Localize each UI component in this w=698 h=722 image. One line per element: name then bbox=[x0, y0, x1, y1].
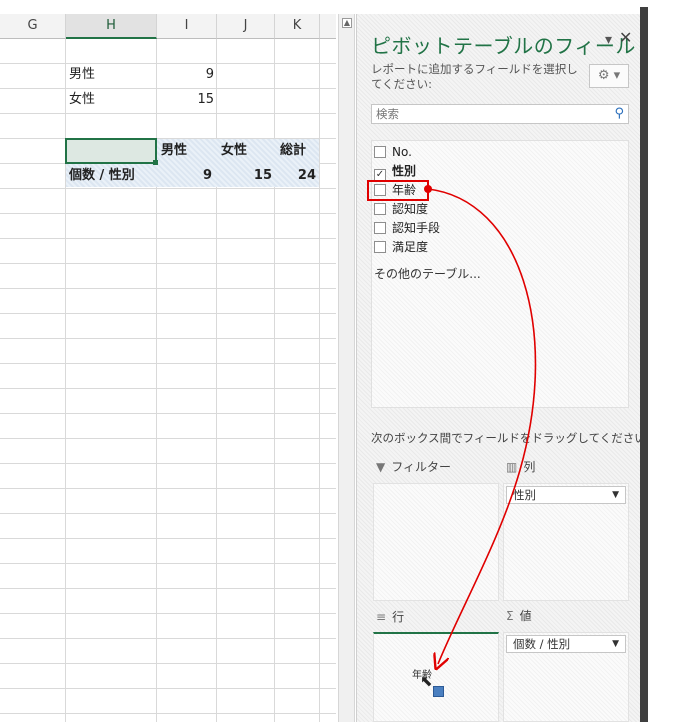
pivot-header-total[interactable]: 総計 bbox=[280, 139, 306, 163]
close-icon[interactable]: ✕ bbox=[619, 28, 632, 47]
pivot-total-count[interactable]: 24 bbox=[276, 164, 316, 188]
checkbox[interactable] bbox=[374, 222, 386, 234]
field-item-satisfaction[interactable]: 満足度 bbox=[374, 238, 428, 256]
cell-male-value[interactable]: 9 bbox=[160, 63, 214, 87]
more-tables-link[interactable]: その他のテーブル... bbox=[374, 265, 481, 282]
column-header-k[interactable]: K bbox=[275, 14, 320, 39]
field-item-awareness-means[interactable]: 認知手段 bbox=[374, 219, 440, 237]
gear-icon[interactable]: ⚙ ▾ bbox=[589, 64, 629, 88]
values-area-header: Σ値 bbox=[506, 609, 532, 623]
vertical-scrollbar[interactable]: ▲ bbox=[338, 14, 355, 722]
column-header-l[interactable] bbox=[320, 14, 336, 39]
grid-vline bbox=[319, 39, 320, 722]
right-margin bbox=[648, 0, 698, 722]
field-search[interactable]: ⚲ bbox=[371, 104, 629, 124]
field-label: No. bbox=[392, 145, 412, 159]
scroll-up-icon[interactable]: ▲ bbox=[342, 18, 352, 28]
column-header-g[interactable]: G bbox=[0, 14, 66, 39]
column-header-h[interactable]: H bbox=[66, 14, 157, 39]
search-input[interactable] bbox=[372, 105, 592, 123]
drop-target-icon bbox=[433, 686, 444, 697]
column-header-j[interactable]: J bbox=[217, 14, 275, 39]
chevron-down-icon[interactable]: ▼ bbox=[612, 636, 619, 652]
pane-subtitle: レポートに追加するフィールドを選択してください: bbox=[371, 62, 578, 91]
highlight-box-age bbox=[367, 180, 429, 201]
pivot-header-male[interactable]: 男性 bbox=[161, 139, 187, 163]
field-item-gender[interactable]: ✓ 性別 bbox=[374, 162, 417, 181]
sheet-top-strip bbox=[0, 0, 336, 14]
checkbox[interactable] bbox=[374, 241, 386, 253]
fill-handle[interactable] bbox=[153, 160, 158, 165]
columns-area-header: ▥ 列 bbox=[506, 460, 536, 474]
filter-area-header: ▼ フィルター bbox=[376, 460, 451, 474]
pivot-header-female[interactable]: 女性 bbox=[221, 139, 247, 163]
cell-female-value[interactable]: 15 bbox=[160, 88, 214, 112]
pivot-row-label[interactable]: 個数 / 性別 bbox=[69, 164, 135, 188]
field-label: 満足度 bbox=[392, 240, 429, 254]
pane-options-chevron-icon[interactable]: ▾ bbox=[605, 32, 612, 48]
columns-icon: ▥ bbox=[506, 460, 518, 474]
pivot-male-count[interactable]: 9 bbox=[160, 164, 212, 188]
columns-field-chip[interactable]: 性別 ▼ bbox=[506, 486, 626, 504]
pivot-female-count[interactable]: 15 bbox=[218, 164, 272, 188]
field-label: 性別 bbox=[392, 164, 417, 178]
worksheet[interactable]: G H I J K 男性 9 女性 15 男性 女性 総計 個数 / 性別 9 … bbox=[0, 0, 336, 722]
field-item-awareness[interactable]: 認知度 bbox=[374, 200, 428, 218]
field-item-no[interactable]: No. bbox=[374, 143, 412, 161]
rows-icon: ≡ bbox=[376, 610, 387, 624]
values-field-chip[interactable]: 個数 / 性別 ▼ bbox=[506, 635, 626, 653]
checkbox[interactable] bbox=[374, 146, 386, 158]
filter-area[interactable]: ▼ フィルター bbox=[373, 460, 499, 601]
values-area[interactable]: Σ値 個数 / 性別 ▼ bbox=[503, 609, 629, 722]
sigma-icon: Σ bbox=[506, 609, 514, 623]
rows-area[interactable]: ≡ 行 bbox=[373, 610, 499, 722]
chevron-down-icon[interactable]: ▼ bbox=[612, 487, 619, 503]
cell-female-label[interactable]: 女性 bbox=[69, 88, 95, 112]
filter-icon: ▼ bbox=[376, 460, 386, 474]
columns-area[interactable]: ▥ 列 性別 ▼ bbox=[503, 460, 629, 601]
checkbox[interactable] bbox=[374, 203, 386, 215]
active-cell[interactable] bbox=[65, 138, 157, 164]
column-header-i[interactable]: I bbox=[157, 14, 217, 39]
cell-male-label[interactable]: 男性 bbox=[69, 63, 95, 87]
pane-title: ピボットテーブルのフィールド bbox=[371, 34, 657, 58]
field-label: 認知手段 bbox=[392, 221, 441, 235]
mouse-cursor-icon: ⬉ bbox=[420, 672, 433, 690]
search-icon[interactable]: ⚲ bbox=[614, 106, 624, 121]
pivot-field-pane: ピボットテーブルのフィールド ▾ ✕ レポートに追加するフィールドを選択してくだ… bbox=[356, 14, 656, 722]
window-edge-bar bbox=[640, 7, 648, 722]
field-label: 認知度 bbox=[392, 202, 429, 216]
drag-instruction: 次のボックス間でフィールドをドラッグしてください: bbox=[371, 431, 650, 445]
rows-area-header: ≡ 行 bbox=[376, 610, 405, 624]
